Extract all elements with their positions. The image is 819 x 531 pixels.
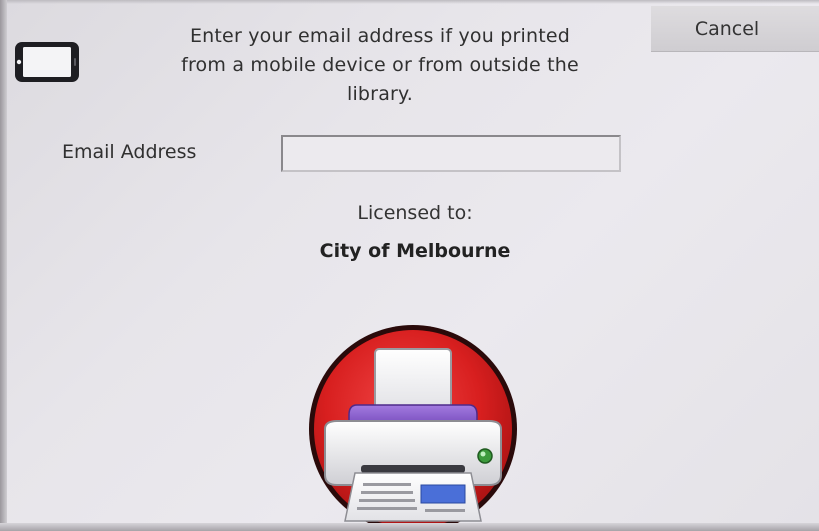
screen-bezel-top [0, 0, 819, 4]
instruction-line-3: library. [346, 83, 414, 105]
instruction-message: Enter your email address if you printed … [130, 22, 630, 109]
instruction-line-2: from a mobile device or from outside the [181, 54, 579, 76]
instruction-line-1: Enter your email address if you printed [189, 25, 571, 47]
email-address-input[interactable] [281, 135, 621, 172]
mobile-device-icon [15, 42, 79, 82]
licensed-to-label: Licensed to: [357, 202, 473, 224]
email-address-label: Email Address [62, 141, 197, 163]
licensee-name: City of Melbourne [319, 240, 511, 262]
screen-bezel-left [0, 0, 7, 531]
screen-bezel-bottom [0, 523, 819, 531]
printer-logo [309, 325, 517, 531]
cancel-button[interactable]: Cancel [651, 6, 819, 52]
kiosk-screen: Enter your email address if you printed … [0, 0, 819, 531]
